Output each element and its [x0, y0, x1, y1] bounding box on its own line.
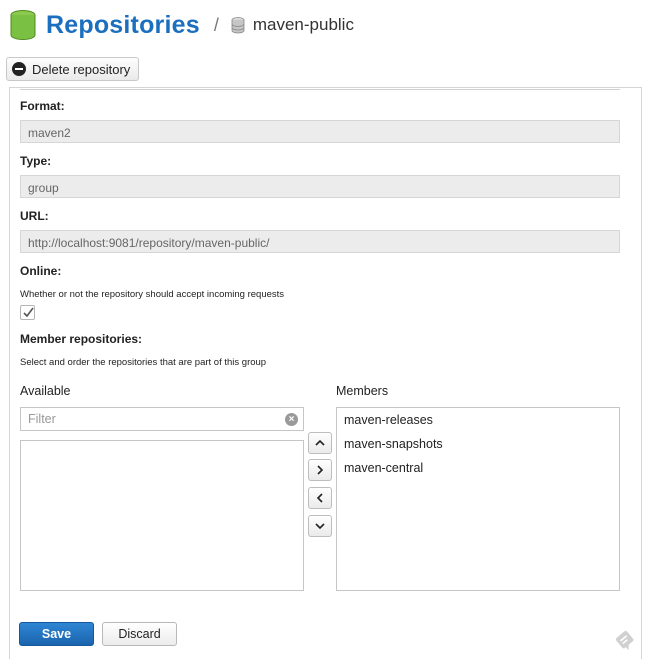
online-label: Online:	[20, 264, 62, 278]
database-icon	[10, 10, 36, 40]
page-title[interactable]: Repositories	[46, 11, 200, 40]
available-list[interactable]	[20, 440, 304, 591]
online-help-text: Whether or not the repository should acc…	[20, 289, 285, 300]
panel-divider	[20, 87, 620, 90]
move-down-button[interactable]	[308, 515, 332, 537]
list-item-member[interactable]: maven-releases	[337, 408, 619, 432]
url-field: http://localhost:9081/repository/maven-p…	[20, 230, 620, 253]
minus-circle-icon	[12, 62, 26, 76]
format-field: maven2	[20, 120, 620, 143]
save-button[interactable]: Save	[19, 622, 94, 646]
chevron-up-icon	[315, 439, 325, 446]
list-item-member[interactable]: maven-snapshots	[337, 432, 619, 456]
filter-placeholder: Filter	[28, 412, 56, 426]
url-label: URL:	[20, 209, 49, 223]
database-icon	[231, 16, 245, 33]
move-right-button[interactable]	[308, 459, 332, 481]
breadcrumb-repository-name: maven-public	[252, 15, 354, 34]
filter-input[interactable]: Filter ×	[20, 407, 304, 431]
online-checkbox[interactable]	[20, 305, 35, 320]
checkmark-icon	[23, 307, 34, 318]
type-field: group	[20, 175, 620, 198]
move-up-button[interactable]	[308, 432, 332, 454]
delete-repository-label: Delete repository	[32, 61, 131, 77]
clear-icon[interactable]: ×	[285, 413, 298, 426]
chevron-left-icon	[316, 493, 323, 503]
toolbar: Delete repository	[6, 57, 140, 81]
breadcrumb-separator: /	[213, 14, 219, 35]
members-list[interactable]: maven-releases maven-snapshots maven-cen…	[336, 407, 620, 591]
discard-button[interactable]: Discard	[102, 622, 177, 646]
move-left-button[interactable]	[308, 487, 332, 509]
delete-repository-button[interactable]: Delete repository	[6, 57, 140, 81]
available-title: Available	[20, 384, 71, 398]
list-item-member[interactable]: maven-central	[337, 456, 619, 480]
type-label: Type:	[20, 154, 52, 168]
members-title: Members	[336, 384, 389, 398]
member-repositories-help: Select and order the repositories that a…	[20, 357, 267, 368]
chevron-right-icon	[317, 465, 324, 475]
page-header: Repositories / maven-public	[10, 8, 354, 42]
member-repositories-label: Member repositories:	[20, 332, 143, 346]
chevron-down-icon	[315, 523, 325, 530]
format-label: Format:	[20, 99, 65, 113]
feedback-icon[interactable]	[613, 628, 637, 652]
